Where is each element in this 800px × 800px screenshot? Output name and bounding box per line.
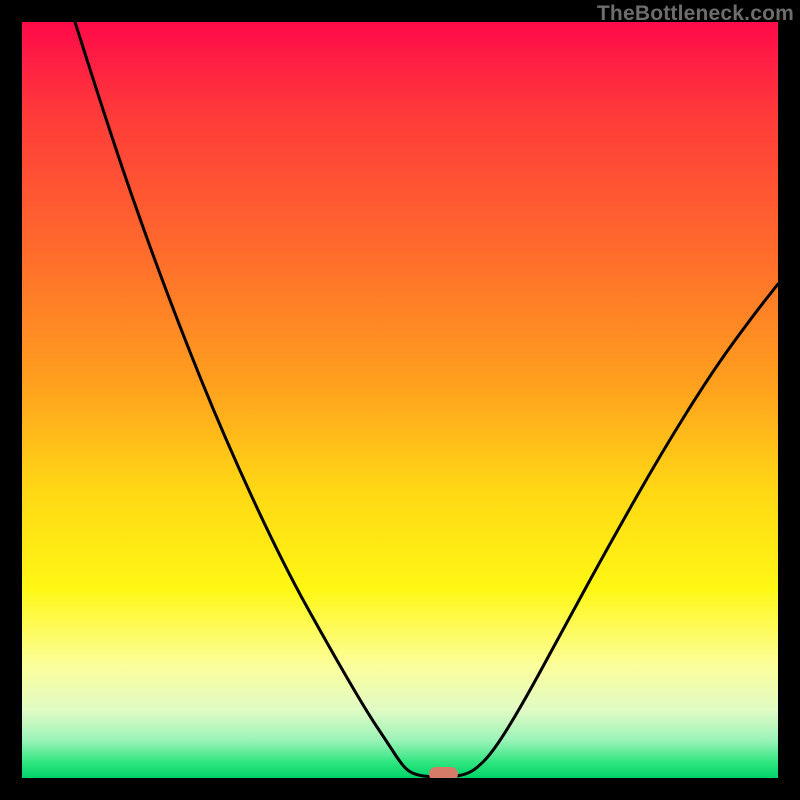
watermark-text: TheBottleneck.com: [597, 2, 794, 26]
plot-area: [22, 22, 778, 778]
optimal-point-marker: [429, 767, 458, 778]
chart-frame: TheBottleneck.com: [0, 0, 800, 800]
heat-gradient-background: [22, 22, 778, 778]
